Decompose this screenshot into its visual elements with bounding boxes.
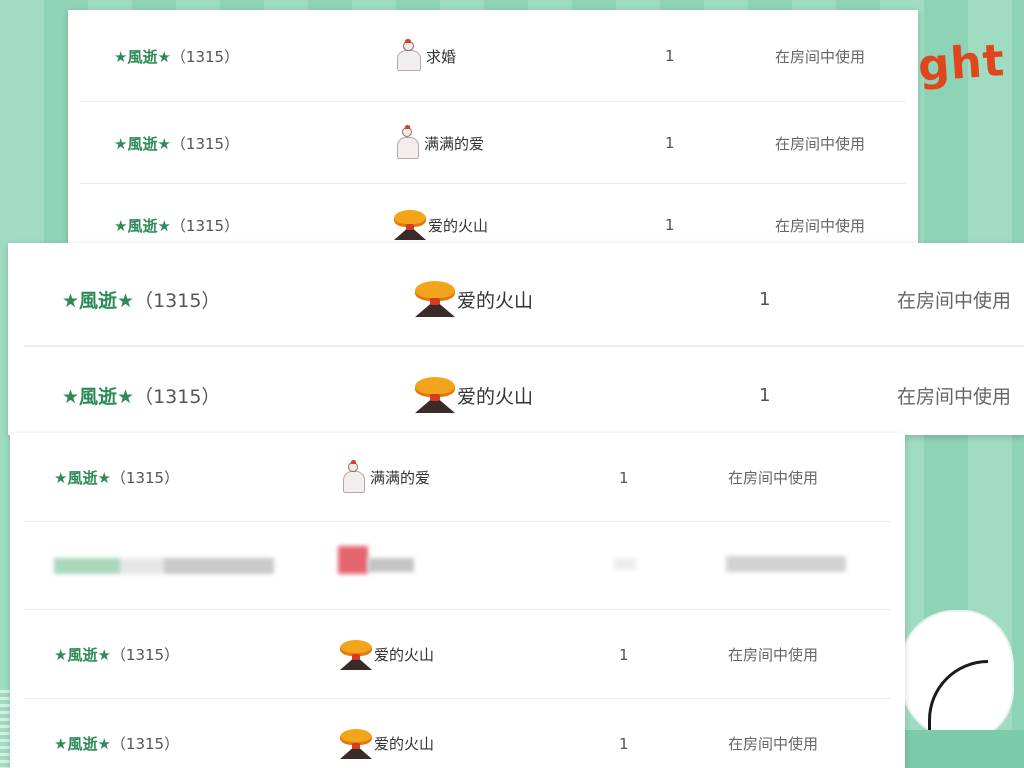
- volcano-icon: [394, 210, 426, 240]
- redacted-gift-icon: [338, 546, 368, 574]
- gift-quantity: 1: [619, 734, 629, 753]
- usage-status: 在房间中使用: [775, 47, 866, 66]
- gift-name: 满满的爱: [424, 134, 485, 153]
- volcano-icon: [340, 728, 372, 759]
- user-name[interactable]: ★風逝★: [114, 46, 171, 67]
- usage-status: 在房间中使用: [728, 646, 819, 664]
- background-ground: [890, 730, 1024, 768]
- table-row-redacted: [10, 522, 905, 610]
- usage-status: 在房间中使用: [728, 735, 819, 753]
- gift-name: 爱的火山: [457, 289, 534, 312]
- gift-quantity: 1: [665, 47, 675, 65]
- volcano-icon: [415, 281, 455, 317]
- gift-name: 爱的火山: [374, 735, 435, 753]
- gift-record-panel-top: ★風逝★ （1315） 求婚 1 在房间中使用 ★風逝★ （1315） 满满的爱…: [68, 10, 918, 250]
- user-name[interactable]: ★風逝★: [114, 133, 171, 154]
- table-row: ★風逝★ （1315） 爱的火山 1 在房间中使用: [10, 610, 905, 699]
- gift-name: 满满的爱: [370, 469, 431, 487]
- user-name[interactable]: ★風逝★: [114, 215, 171, 236]
- user-id: （1315）: [170, 134, 240, 153]
- usage-status: 在房间中使用: [775, 134, 866, 153]
- table-row: ★風逝★ （1315） 爱的火山 1 在房间中使用: [10, 699, 905, 768]
- gift-quantity: 1: [759, 288, 771, 310]
- proposal-icon: [394, 39, 424, 71]
- user-name[interactable]: ★風逝★: [62, 286, 134, 313]
- gift-quantity: 1: [619, 645, 629, 664]
- gift-quantity: 1: [665, 216, 675, 234]
- user-id: （1315）: [110, 735, 180, 753]
- volcano-icon: [415, 377, 455, 413]
- redacted-status: [726, 556, 846, 572]
- volcano-icon: [340, 639, 372, 670]
- user-id: （1315）: [134, 289, 221, 312]
- redacted-quantity: [614, 558, 636, 570]
- table-row: ★風逝★ （1315） 满满的爱 1 在房间中使用: [10, 433, 905, 522]
- usage-status: 在房间中使用: [897, 289, 1012, 312]
- user-name[interactable]: ★風逝★: [54, 733, 111, 754]
- user-id: （1315）: [134, 385, 221, 408]
- gift-name: 爱的火山: [457, 385, 534, 408]
- user-name[interactable]: ★風逝★: [54, 644, 111, 665]
- gift-quantity: 1: [665, 134, 675, 152]
- user-name[interactable]: ★風逝★: [54, 467, 111, 488]
- gift-record-panel-bottom: ★風逝★ （1315） 满满的爱 1 在房间中使用 ★風逝★ （1315） 爱的…: [10, 433, 905, 768]
- table-row: ★風逝★ （1315） 爱的火山 1 在房间中使用: [8, 347, 1024, 435]
- usage-status: 在房间中使用: [897, 385, 1012, 408]
- table-row: ★風逝★ （1315） 求婚 1 在房间中使用: [68, 10, 918, 102]
- table-row: ★風逝★ （1315） 满满的爱 1 在房间中使用: [68, 102, 918, 184]
- redacted-user: [54, 558, 274, 574]
- usage-status: 在房间中使用: [775, 216, 866, 235]
- gift-quantity: 1: [759, 384, 771, 406]
- full-love-icon: [394, 125, 422, 159]
- user-id: （1315）: [110, 646, 180, 664]
- table-row: ★風逝★ （1315） 爱的火山 1 在房间中使用: [8, 251, 1024, 347]
- user-name[interactable]: ★風逝★: [62, 382, 134, 409]
- gift-quantity: 1: [619, 468, 629, 487]
- full-love-icon: [340, 459, 368, 494]
- user-id: （1315）: [170, 216, 240, 235]
- user-id: （1315）: [170, 47, 240, 66]
- usage-status: 在房间中使用: [728, 469, 819, 487]
- gift-name: 求婚: [426, 47, 457, 66]
- gift-name: 爱的火山: [374, 646, 435, 664]
- gift-record-panel-middle: ★風逝★ （1315） 爱的火山 1 在房间中使用 ★風逝★ （1315） 爱的…: [8, 243, 1024, 435]
- background-decoration-text: ght: [916, 35, 1007, 92]
- gift-name: 爱的火山: [428, 216, 489, 235]
- redacted-gift-name: [368, 558, 414, 572]
- table-row: ★風逝★ （1315） 爱的火山 1 在房间中使用: [68, 184, 918, 250]
- user-id: （1315）: [110, 469, 180, 487]
